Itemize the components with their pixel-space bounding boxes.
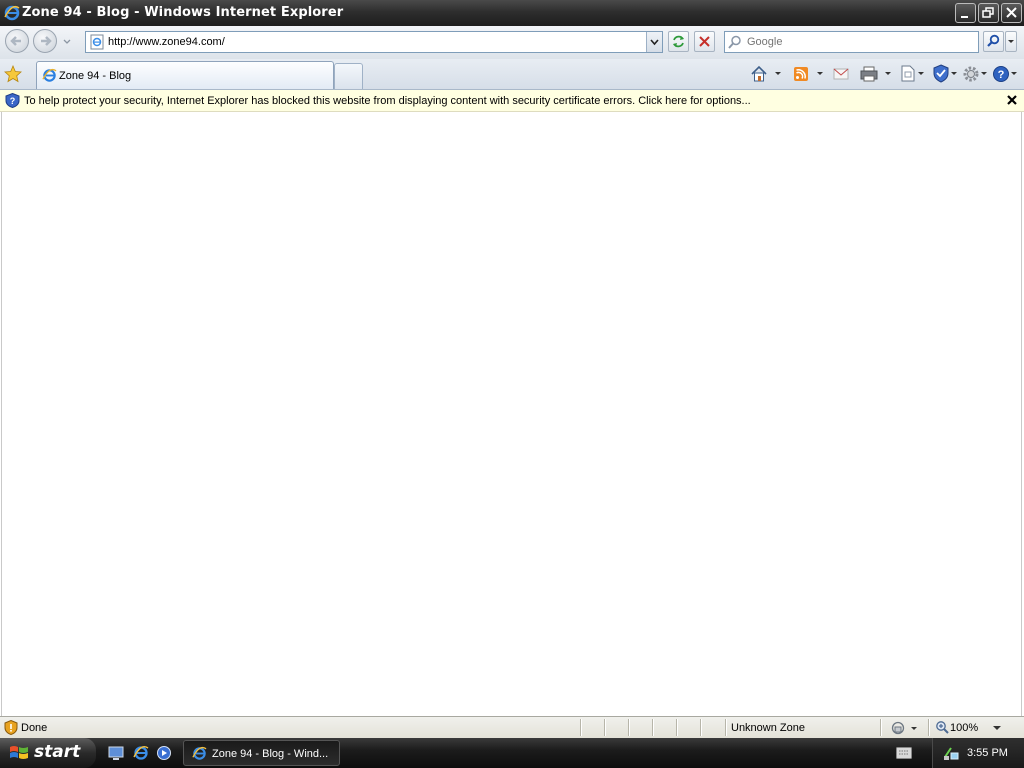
close-icon (1006, 7, 1017, 18)
svg-text:?: ? (998, 69, 1005, 81)
rss-feed-icon (794, 67, 823, 81)
zoom-level[interactable]: 100% (950, 722, 978, 734)
internet-explorer-icon (192, 746, 207, 760)
stop-icon (699, 36, 710, 47)
page-icon (90, 34, 104, 50)
restore-icon (982, 7, 994, 18)
chevron-down-icon (650, 39, 659, 46)
network-icon[interactable] (943, 745, 959, 761)
feeds-button[interactable] (792, 63, 826, 85)
help-icon: ? (993, 66, 1017, 82)
status-divider (580, 719, 582, 736)
status-divider (676, 719, 678, 736)
search-options-button[interactable] (1005, 31, 1017, 52)
close-icon[interactable] (1005, 93, 1019, 107)
search-input[interactable] (747, 36, 972, 48)
address-dropdown-button[interactable] (646, 32, 662, 52)
page-content-area[interactable] (1, 112, 1022, 716)
security-warning-shield-icon (4, 720, 18, 735)
page-icon (901, 65, 924, 82)
favorites-star-icon[interactable] (4, 65, 22, 83)
status-divider (725, 719, 727, 736)
internet-explorer-icon[interactable] (133, 745, 149, 761)
tab-label: Zone 94 - Blog (59, 70, 132, 82)
security-zone-label[interactable]: Unknown Zone (731, 722, 805, 734)
status-divider (880, 719, 882, 736)
keyboard-icon[interactable] (896, 747, 912, 759)
status-bar: Done Unknown Zone 100% (0, 716, 1024, 738)
search-icon (728, 35, 741, 49)
start-button[interactable]: start (0, 738, 96, 768)
read-mail-button[interactable] (832, 63, 850, 85)
forward-button[interactable] (33, 29, 57, 53)
status-divider (700, 719, 702, 736)
back-button[interactable] (5, 29, 29, 53)
back-arrow-icon (10, 36, 21, 46)
chevron-down-icon[interactable] (992, 723, 1002, 733)
status-divider (604, 719, 606, 736)
mail-icon (833, 68, 849, 80)
printer-icon (860, 66, 891, 82)
windows-logo-icon (10, 746, 28, 759)
tab-zone94-blog[interactable]: Zone 94 - Blog (36, 61, 334, 89)
information-bar-message[interactable]: To help protect your security, Internet … (24, 95, 751, 107)
system-clock[interactable]: 3:55 PM (967, 747, 1008, 759)
gear-icon (963, 66, 987, 82)
help-menu-button[interactable]: ? (992, 63, 1020, 85)
page-menu-button[interactable] (899, 63, 927, 85)
minimize-button[interactable] (955, 3, 976, 23)
recent-pages-dropdown-icon[interactable] (61, 34, 73, 48)
stop-button[interactable] (694, 31, 715, 52)
title-bar: Zone 94 - Blog - Windows Internet Explor… (0, 0, 1024, 26)
taskbar-item-label: Zone 94 - Blog - Wind... (212, 748, 329, 760)
home-icon (751, 65, 781, 82)
svg-text:?: ? (10, 96, 16, 106)
start-label: start (34, 742, 81, 762)
forward-arrow-icon (41, 36, 52, 46)
shield-icon (933, 64, 957, 83)
new-tab-button[interactable] (334, 63, 363, 89)
taskbar: start Zone 94 - Blog - Wind... 3:55 PM (0, 738, 1024, 768)
chevron-down-icon (1008, 40, 1014, 43)
search-icon (987, 34, 1000, 47)
security-shield-icon: ? (5, 93, 20, 108)
status-divider (652, 719, 654, 736)
status-divider (928, 719, 930, 736)
print-button[interactable] (860, 63, 894, 85)
tab-bar: Zone 94 - Blog ? (0, 59, 1024, 90)
navigation-bar (0, 26, 1024, 59)
internet-explorer-icon (4, 5, 20, 21)
safety-menu-button[interactable] (932, 63, 960, 85)
minimize-icon (961, 16, 968, 18)
status-text: Done (21, 722, 48, 734)
protected-mode-icon[interactable] (889, 720, 923, 736)
search-go-button[interactable] (983, 31, 1004, 52)
zoom-magnifier-icon[interactable] (935, 720, 949, 734)
media-player-icon[interactable] (156, 745, 172, 761)
address-bar[interactable] (85, 31, 663, 53)
close-button[interactable] (1001, 3, 1022, 23)
home-button[interactable] (750, 63, 784, 85)
status-divider (628, 719, 630, 736)
taskbar-item-internet-explorer[interactable]: Zone 94 - Blog - Wind... (183, 740, 340, 766)
internet-explorer-icon (42, 68, 57, 82)
information-bar[interactable]: ? To help protect your security, Interne… (0, 90, 1024, 112)
restore-button[interactable] (978, 3, 999, 23)
refresh-icon (673, 35, 684, 48)
search-box[interactable] (724, 31, 979, 53)
address-input[interactable] (108, 36, 628, 48)
refresh-button[interactable] (668, 31, 689, 52)
window-title: Zone 94 - Blog - Windows Internet Explor… (22, 5, 344, 20)
tools-menu-button[interactable] (962, 63, 990, 85)
show-desktop-icon[interactable] (108, 745, 124, 761)
